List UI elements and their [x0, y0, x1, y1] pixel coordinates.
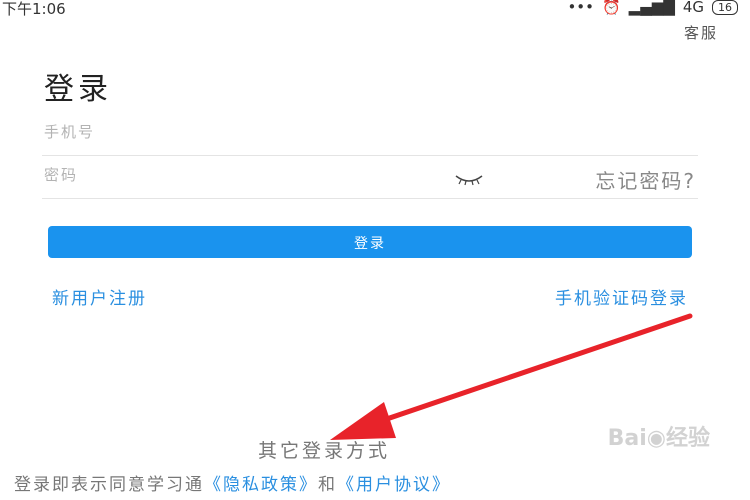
agreement-prefix: 登录即表示同意学习通 [14, 475, 204, 495]
sms-login-link[interactable]: 手机验证码登录 [555, 284, 688, 309]
agreement-and: 和 [318, 475, 337, 495]
phone-input[interactable]: 手机号 [44, 121, 95, 142]
privacy-policy-link[interactable]: 《隐私政策》 [204, 475, 318, 495]
page-title: 登录 [44, 72, 112, 107]
status-time: 下午1:06 [2, 0, 66, 18]
eye-closed-icon[interactable] [454, 172, 484, 186]
phone-field[interactable]: 手机号 [42, 115, 698, 156]
network-type: 4G [682, 0, 704, 16]
baidu-watermark-logo: Bai◉经验 [607, 426, 710, 451]
status-bar: 下午1:06 ••• ⏰ ▂▄▆█ 4G 16 [0, 0, 750, 20]
status-icons: ••• ⏰ ▂▄▆█ 4G 16 [567, 0, 738, 16]
login-button[interactable]: 登录 [48, 226, 692, 258]
alarm-icon: ⏰ [601, 0, 621, 16]
battery-icon: 16 [712, 0, 738, 15]
customer-service-button[interactable]: 客服 [684, 22, 718, 43]
forgot-password-link[interactable]: 忘记密码? [595, 165, 696, 194]
register-link[interactable]: 新用户注册 [52, 284, 147, 309]
password-field[interactable]: 密码 忘记密码? [42, 158, 698, 199]
password-input[interactable]: 密码 [44, 164, 78, 185]
other-login-methods[interactable]: 其它登录方式 [258, 436, 390, 463]
signal-icon: ▂▄▆█ [628, 0, 675, 16]
agreement-text: 登录即表示同意学习通《隐私政策》和《用户协议》 [14, 470, 451, 495]
user-agreement-link[interactable]: 《用户协议》 [337, 475, 451, 495]
dots-icon: ••• [567, 0, 594, 16]
